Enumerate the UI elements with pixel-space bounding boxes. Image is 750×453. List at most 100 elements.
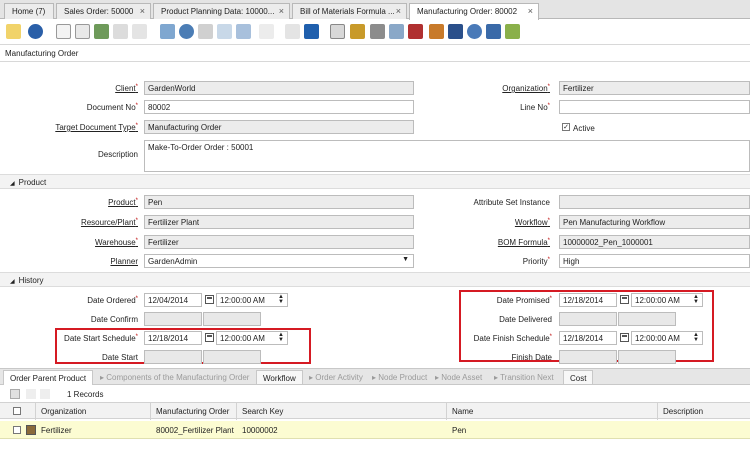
calendar-icon[interactable] xyxy=(620,333,629,342)
tab-home[interactable]: Home (7) xyxy=(4,3,54,19)
undo-icon[interactable] xyxy=(132,24,147,39)
zoom-across-icon[interactable] xyxy=(408,24,423,39)
grid-toggle-icon[interactable] xyxy=(236,24,251,39)
edit-record-icon[interactable] xyxy=(26,425,36,435)
request-icon[interactable] xyxy=(448,24,463,39)
warehouse-label[interactable]: Warehouse* xyxy=(60,238,138,247)
refresh-icon[interactable] xyxy=(160,24,175,39)
print-icon[interactable] xyxy=(370,24,385,39)
cell-manufacturing-order: 80002_Fertilizer Plant xyxy=(156,426,234,435)
time-spinner-icon[interactable]: ▲ ▼ xyxy=(278,294,284,305)
date-promised-date[interactable]: 12/18/2014 xyxy=(559,293,617,307)
active-checkbox[interactable]: ✓ xyxy=(562,123,570,131)
history-icon[interactable] xyxy=(259,24,274,39)
cell-organization: Fertilizer xyxy=(41,426,72,435)
close-icon[interactable]: × xyxy=(140,6,145,16)
target-doc-type-field[interactable]: Manufacturing Order xyxy=(144,120,414,134)
tab-order-parent-product[interactable]: Order Parent Product xyxy=(3,370,94,385)
select-all-checkbox[interactable] xyxy=(13,407,21,415)
bom-formula-field[interactable]: 10000002_Pen_1000001 xyxy=(559,235,750,249)
workflow-icon[interactable] xyxy=(429,24,444,39)
bom-formula-label[interactable]: BOM Formula* xyxy=(470,238,550,247)
organization-field[interactable]: Fertilizer xyxy=(559,81,750,95)
column-header[interactable]: Search Key xyxy=(236,403,446,420)
product-section-header[interactable]: ◢ Product xyxy=(0,174,750,189)
resource-plant-label[interactable]: Resource/Plant* xyxy=(60,218,138,227)
date-start-date xyxy=(144,350,202,364)
arrow-down-icon[interactable] xyxy=(304,24,319,39)
tab-product-planning[interactable]: Product Planning Data: 10000... × xyxy=(153,3,290,19)
time-spinner-icon[interactable]: ▲ ▼ xyxy=(693,332,699,343)
attachment-icon[interactable] xyxy=(198,24,213,39)
column-header[interactable]: Manufacturing Order xyxy=(150,403,236,420)
client-label[interactable]: Client* xyxy=(60,84,138,93)
product-field[interactable]: Pen xyxy=(144,195,414,209)
archive-icon[interactable] xyxy=(350,24,365,39)
column-header[interactable]: Organization xyxy=(35,403,150,420)
workflow-field[interactable]: Pen Manufacturing Workflow xyxy=(559,215,750,229)
resource-plant-field[interactable]: Fertilizer Plant xyxy=(144,215,414,229)
tab-bom-formula[interactable]: Bill of Materials Formula ... × xyxy=(292,3,407,19)
report-icon[interactable] xyxy=(330,24,345,39)
close-icon[interactable]: × xyxy=(396,6,401,16)
nav-prev-icon[interactable] xyxy=(40,389,50,399)
print-preview-icon[interactable] xyxy=(389,24,404,39)
priority-select[interactable]: High xyxy=(559,254,750,268)
attribute-set-field[interactable] xyxy=(559,195,750,209)
column-header[interactable]: Description xyxy=(657,403,750,420)
tab-transition-next[interactable]: ▸ Transition Next xyxy=(488,370,560,385)
priority-label: Priority* xyxy=(522,257,550,266)
copy-record-icon[interactable] xyxy=(75,24,90,39)
lightbulb-icon[interactable] xyxy=(6,24,21,39)
process-gear-icon[interactable] xyxy=(467,24,482,39)
tab-node-asset[interactable]: ▸ Node Asset xyxy=(429,370,488,385)
row-checkbox[interactable] xyxy=(13,426,21,434)
workflow-label[interactable]: Workflow* xyxy=(470,218,550,227)
chevron-down-icon: ▼ xyxy=(402,256,409,263)
date-promised-label: Date Promised* xyxy=(496,296,552,305)
organization-label[interactable]: Organization* xyxy=(470,84,550,93)
save-icon[interactable] xyxy=(113,24,128,39)
document-no-field[interactable]: 80002 xyxy=(144,100,414,114)
tab-order-activity[interactable]: ▸ Order Activity xyxy=(303,370,369,385)
cell-search-key: 10000002 xyxy=(242,426,278,435)
new-record-icon[interactable] xyxy=(56,24,71,39)
close-icon[interactable]: × xyxy=(279,6,284,16)
date-finish-schedule-date[interactable]: 12/18/2014 xyxy=(559,331,617,345)
grid-toggle-icon[interactable] xyxy=(10,389,20,399)
planner-select[interactable]: GardenAdmin ▼ xyxy=(144,254,414,268)
date-confirm-label: Date Confirm xyxy=(90,315,138,324)
delete-record-icon[interactable] xyxy=(94,24,109,39)
calendar-icon[interactable] xyxy=(620,295,629,304)
exit-icon[interactable] xyxy=(505,24,520,39)
tab-sales-order[interactable]: Sales Order: 50000 × xyxy=(56,3,151,19)
line-no-field[interactable] xyxy=(559,100,750,114)
warehouse-field[interactable]: Fertilizer xyxy=(144,235,414,249)
chat-icon[interactable] xyxy=(217,24,232,39)
help-icon[interactable] xyxy=(28,24,43,39)
product-label[interactable]: Product* xyxy=(60,198,138,207)
close-icon[interactable]: × xyxy=(528,6,533,16)
description-field[interactable]: Make-To-Order Order : 50001 xyxy=(144,140,750,172)
date-start-schedule-date[interactable]: 12/18/2014 xyxy=(144,331,202,345)
calendar-icon[interactable] xyxy=(205,333,214,342)
tab-workflow[interactable]: Workflow xyxy=(256,370,303,385)
nav-first-icon[interactable] xyxy=(26,389,36,399)
client-field[interactable]: GardenWorld xyxy=(144,81,414,95)
table-row[interactable]: Fertilizer 80002_Fertilizer Plant 100000… xyxy=(0,421,750,439)
time-spinner-icon[interactable]: ▲ ▼ xyxy=(278,332,284,343)
product-info-icon[interactable] xyxy=(486,24,501,39)
target-doc-type-label[interactable]: Target Document Type* xyxy=(20,123,138,132)
tab-cost[interactable]: Cost xyxy=(563,370,594,385)
date-ordered-date[interactable]: 12/04/2014 xyxy=(144,293,202,307)
history-section-header[interactable]: ◢ History xyxy=(0,272,750,287)
find-icon[interactable] xyxy=(179,24,194,39)
time-spinner-icon[interactable]: ▲ ▼ xyxy=(693,294,699,305)
column-header[interactable]: Name xyxy=(446,403,657,420)
tab-node-product[interactable]: ▸ Node Product xyxy=(366,370,433,385)
planner-label[interactable]: Planner xyxy=(60,257,138,266)
tab-manufacturing-order[interactable]: Manufacturing Order: 80002 × xyxy=(409,3,539,20)
calendar-icon[interactable] xyxy=(205,295,214,304)
tab-components[interactable]: ▸ Components of the Manufacturing Order xyxy=(94,370,255,385)
arrow-up-icon[interactable] xyxy=(285,24,300,39)
